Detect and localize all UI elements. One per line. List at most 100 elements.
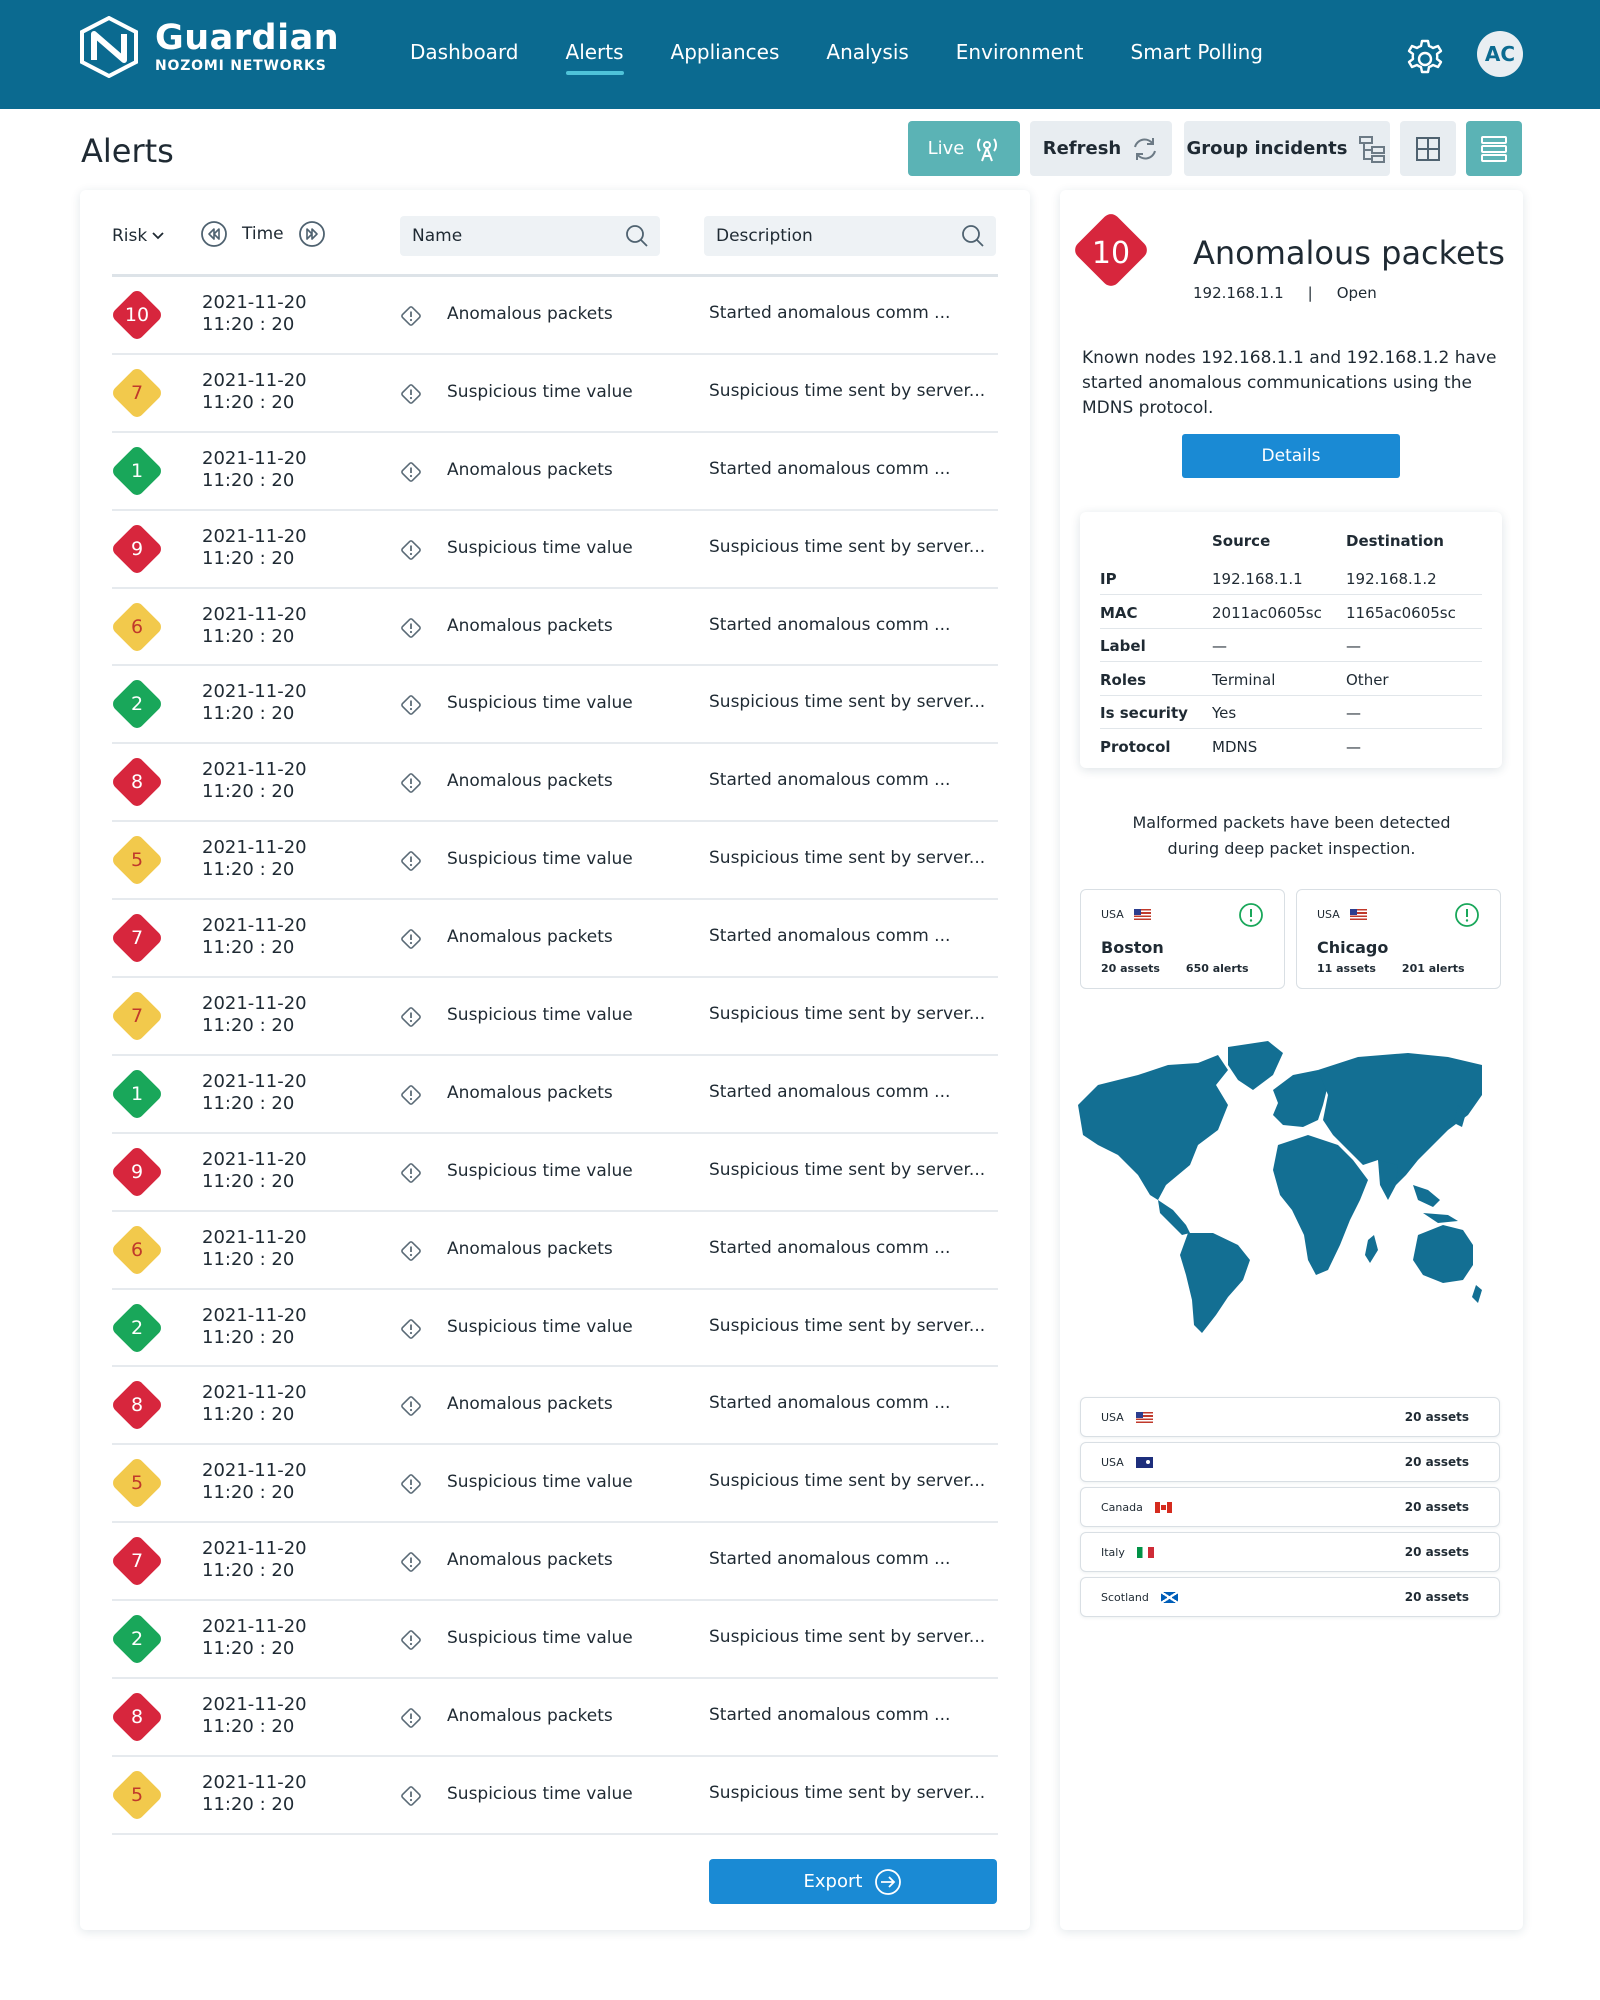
gear-icon[interactable]	[1404, 36, 1446, 78]
table-row[interactable]: 8 2021-11-20 11:20 : 20 Anomalous packet…	[110, 744, 998, 823]
nav-analysis[interactable]: Analysis	[826, 38, 908, 66]
alert-description: Suspicious time sent by server...	[709, 692, 986, 713]
alert-description: Started anomalous comm ...	[709, 1705, 951, 1726]
country-row[interactable]: Scotland 20 assets	[1080, 1577, 1500, 1617]
alert-name: Anomalous packets	[447, 304, 613, 324]
nav-environment[interactable]: Environment	[956, 38, 1084, 66]
table-row[interactable]: 8 2021-11-20 11:20 : 20 Anomalous packet…	[110, 1679, 998, 1757]
country-assets: 20 assets	[1405, 1410, 1469, 1424]
site-assets: 11 assets	[1317, 962, 1376, 975]
table-row[interactable]: 10 2021-11-20 11:20 : 20 Anomalous packe…	[110, 277, 998, 355]
alert-timestamp: 2021-11-20 11:20 : 20	[202, 1772, 307, 1816]
alert-name: Anomalous packets	[447, 1706, 613, 1727]
top-navigation-bar: Guardian NOZOMI NETWORKS Dashboard Alert…	[0, 0, 1600, 109]
table-row[interactable]: 9 2021-11-20 11:20 : 20 Suspicious time …	[110, 511, 998, 589]
refresh-label: Refresh	[1042, 138, 1122, 159]
country-row[interactable]: Canada 20 assets	[1080, 1487, 1500, 1527]
user-avatar[interactable]: AC	[1477, 31, 1523, 77]
fast-forward-icon[interactable]	[298, 220, 326, 248]
alert-time: 11:20 : 20	[202, 1092, 295, 1114]
info-row: Is security Yes —	[1100, 696, 1482, 729]
alert-date: 2021-11-20	[202, 837, 307, 859]
alert-timestamp: 2021-11-20 11:20 : 20	[202, 1071, 307, 1115]
alert-time: 11:20 : 20	[202, 547, 295, 569]
alert-timestamp: 2021-11-20 11:20 : 20	[202, 681, 307, 725]
alert-date: 2021-11-20	[202, 525, 307, 547]
world-map[interactable]	[1078, 1035, 1482, 1335]
list-view-button[interactable]	[1466, 121, 1522, 176]
table-row[interactable]: 2 2021-11-20 11:20 : 20 Suspicious time …	[110, 1601, 998, 1680]
country-assets-value: 20 assets	[1404, 1545, 1469, 1559]
source-column-header: Source	[1212, 532, 1271, 550]
guardian-logo-icon	[80, 16, 138, 78]
table-row[interactable]: 5 2021-11-20 11:20 : 20 Suspicious time …	[110, 822, 998, 901]
grid-view-button[interactable]	[1400, 121, 1456, 176]
description-search-input[interactable]: Description	[704, 216, 996, 256]
nav-smart-polling[interactable]: Smart Polling	[1131, 38, 1263, 66]
site-card-boston[interactable]: USA Boston 20 assets 650 alerts	[1080, 889, 1285, 989]
alert-date: 2021-11-20	[202, 1226, 307, 1248]
rewind-icon[interactable]	[200, 220, 228, 248]
site-stats: 11 assets 201 alerts	[1317, 962, 1465, 975]
meta-separator: |	[1307, 284, 1313, 302]
table-row[interactable]: 8 2021-11-20 11:20 : 20 Anomalous packet…	[110, 1367, 998, 1446]
table-row[interactable]: 5 2021-11-20 11:20 : 20 Suspicious time …	[110, 1445, 998, 1524]
alert-timestamp: 2021-11-20 11:20 : 20	[202, 1616, 307, 1660]
live-button[interactable]: Live	[908, 121, 1020, 176]
table-row[interactable]: 7 2021-11-20 11:20 : 20 Suspicious time …	[110, 355, 998, 433]
table-row[interactable]: 9 2021-11-20 11:20 : 20 Suspicious time …	[110, 1134, 998, 1212]
risk-score: 7	[130, 927, 144, 950]
risk-column-header[interactable]: Risk	[112, 226, 169, 246]
search-icon	[962, 225, 984, 247]
table-row[interactable]: 6 2021-11-20 11:20 : 20 Anomalous packet…	[110, 1212, 998, 1290]
country-label: USA	[1101, 1411, 1124, 1424]
name-search-input[interactable]: Name	[400, 216, 660, 256]
warning-icon	[401, 539, 421, 560]
export-button[interactable]: Export	[709, 1859, 997, 1904]
alert-time: 11:20 : 20	[202, 391, 295, 413]
time-column-header: Time	[200, 220, 326, 248]
table-row[interactable]: 1 2021-11-20 11:20 : 20 Anomalous packet…	[110, 1056, 998, 1134]
country-row[interactable]: Italy 20 assets	[1080, 1532, 1500, 1572]
brand[interactable]: Guardian NOZOMI NETWORKS	[155, 18, 339, 74]
table-row[interactable]: 5 2021-11-20 11:20 : 20 Suspicious time …	[110, 1757, 998, 1835]
refresh-icon	[1134, 137, 1157, 160]
table-row[interactable]: 2 2021-11-20 11:20 : 20 Suspicious time …	[110, 666, 998, 745]
nav-dashboard[interactable]: Dashboard	[410, 38, 519, 66]
site-card-chicago[interactable]: USA Chicago 11 assets 201 alerts	[1296, 889, 1501, 989]
country-row[interactable]: USA 20 assets	[1080, 1442, 1500, 1482]
table-row[interactable]: 2 2021-11-20 11:20 : 20 Suspicious time …	[110, 1290, 998, 1368]
site-alerts: 201 alerts	[1401, 962, 1465, 975]
flag-icon	[1135, 1457, 1153, 1468]
alert-timestamp: 2021-11-20 11:20 : 20	[202, 759, 307, 803]
table-row[interactable]: 7 2021-11-20 11:20 : 20 Anomalous packet…	[110, 900, 998, 979]
table-row[interactable]: 6 2021-11-20 11:20 : 20 Anomalous packet…	[110, 589, 998, 667]
alert-timestamp: 2021-11-20 11:20 : 20	[202, 1538, 307, 1582]
nav-alerts[interactable]: Alerts	[565, 38, 624, 75]
site-city: Chicago	[1317, 938, 1389, 957]
alert-name: Anomalous packets	[447, 1082, 613, 1103]
risk-score: 7	[130, 381, 144, 404]
details-button[interactable]: Details	[1182, 434, 1400, 478]
alert-date: 2021-11-20	[202, 1538, 307, 1560]
alert-description: Suspicious time sent by server...	[709, 1471, 986, 1492]
info-row: Protocol MDNS —	[1100, 730, 1482, 763]
table-row[interactable]: 7 2021-11-20 11:20 : 20 Anomalous packet…	[110, 1523, 998, 1602]
detail-description: Known nodes 192.168.1.1 and 192.168.1.2 …	[1082, 348, 1497, 418]
nav-appliances[interactable]: Appliances	[671, 38, 780, 66]
alert-timestamp: 2021-11-20 11:20 : 20	[202, 1227, 307, 1271]
country-row[interactable]: USA 20 assets	[1080, 1397, 1500, 1437]
info-row: Label — —	[1100, 629, 1482, 662]
detail-note-line: Malformed packets have been detected	[1132, 813, 1451, 832]
refresh-button[interactable]: Refresh	[1030, 121, 1172, 176]
warning-icon	[401, 1630, 421, 1651]
risk-score: 8	[130, 1706, 144, 1729]
table-row[interactable]: 1 2021-11-20 11:20 : 20 Anomalous packet…	[110, 433, 998, 511]
table-row[interactable]: 7 2021-11-20 11:20 : 20 Suspicious time …	[110, 978, 998, 1056]
flag-icon	[1136, 1547, 1154, 1558]
group-incidents-button[interactable]: Group incidents	[1184, 121, 1390, 176]
alert-time: 11:20 : 20	[202, 469, 295, 491]
alert-timestamp: 2021-11-20 11:20 : 20	[202, 604, 307, 648]
alert-name: Suspicious time value	[447, 381, 633, 402]
alert-name: Suspicious time value	[447, 1316, 633, 1337]
